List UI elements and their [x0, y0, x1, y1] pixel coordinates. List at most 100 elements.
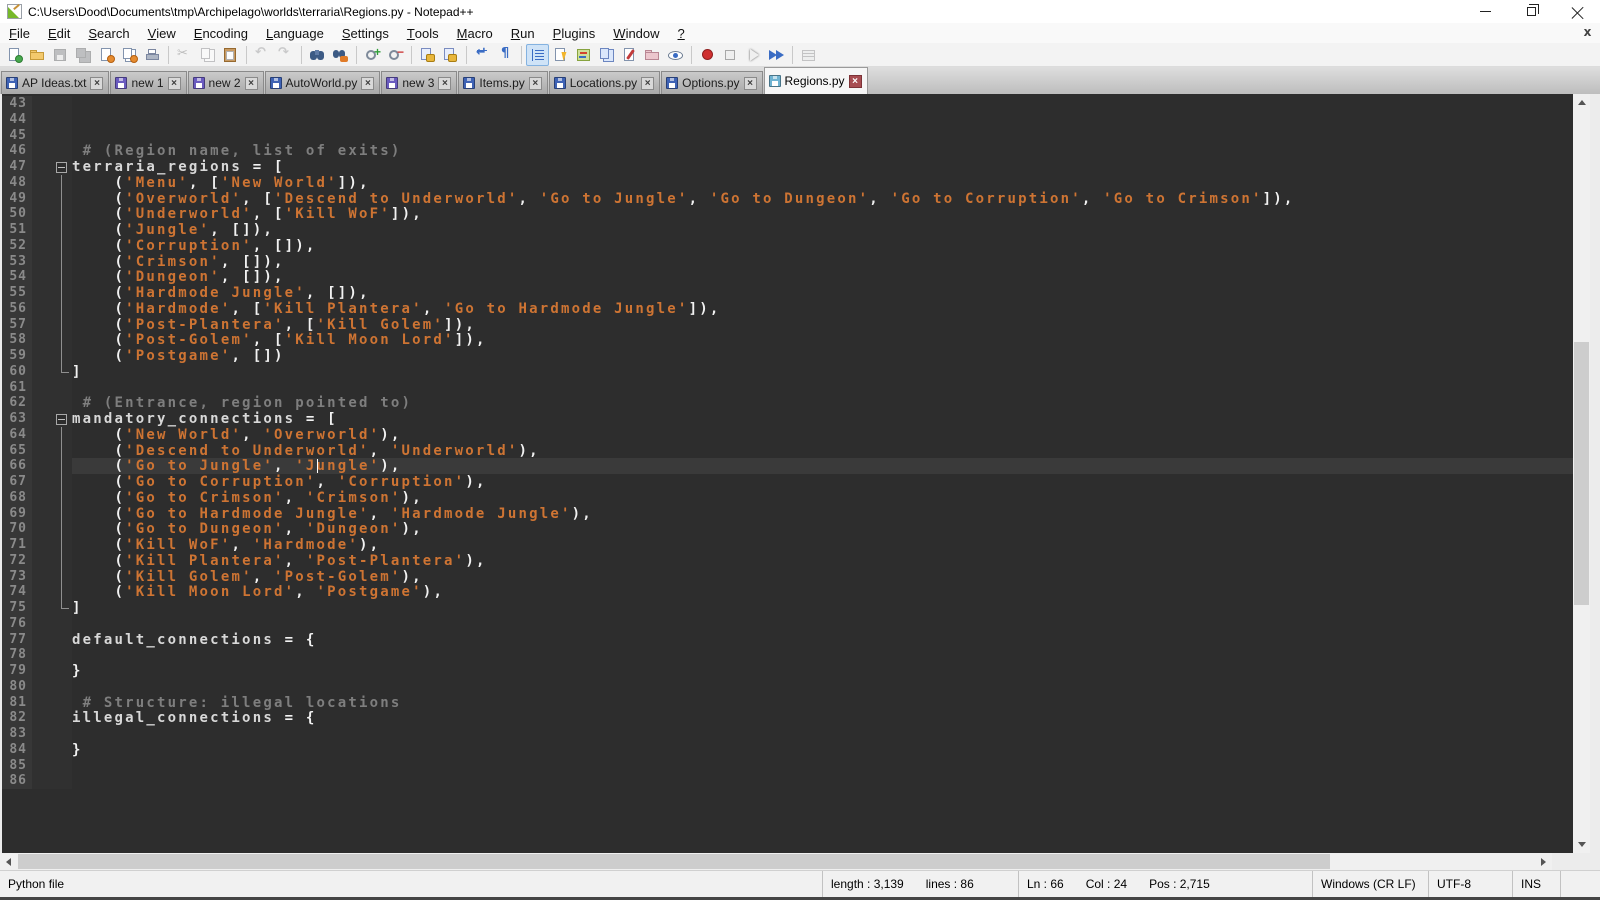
- menu-tools[interactable]: Tools: [398, 23, 448, 43]
- tab-close-button[interactable]: ×: [168, 77, 181, 90]
- code-line-48[interactable]: 48 ('Menu', ['New World']),: [2, 175, 1573, 191]
- tab-locations-py[interactable]: Locations.py×: [549, 71, 660, 94]
- code-text[interactable]: ]: [72, 600, 1573, 616]
- tab-close-button[interactable]: ×: [529, 77, 542, 90]
- code-line-72[interactable]: 72 ('Kill Plantera', 'Post-Plantera'),: [2, 553, 1573, 569]
- code-line-83[interactable]: 83: [2, 726, 1573, 742]
- close-document-icon[interactable]: x: [1581, 26, 1594, 39]
- zoom-in-button[interactable]: [361, 44, 384, 66]
- tab-regions-py[interactable]: Regions.py×: [764, 67, 868, 94]
- code-line-61[interactable]: 61: [2, 380, 1573, 396]
- scroll-right-button[interactable]: [1535, 853, 1552, 870]
- code-line-57[interactable]: 57 ('Post-Plantera', ['Kill Golem']),: [2, 317, 1573, 333]
- vertical-scroll-thumb[interactable]: [1574, 342, 1589, 605]
- macro-playback-button[interactable]: [742, 44, 765, 66]
- code-line-80[interactable]: 80: [2, 679, 1573, 695]
- vertical-scrollbar[interactable]: [1573, 94, 1590, 853]
- code-line-50[interactable]: 50 ('Underworld', ['Kill WoF']),: [2, 206, 1573, 222]
- code-text[interactable]: [72, 773, 1573, 789]
- close-document-button[interactable]: [95, 44, 118, 66]
- horizontal-scroll-thumb[interactable]: [18, 854, 1330, 869]
- code-text[interactable]: }: [72, 742, 1573, 758]
- code-text[interactable]: ('Underworld', ['Kill WoF']),: [72, 206, 1573, 222]
- code-line-76[interactable]: 76: [2, 616, 1573, 632]
- menu-macro[interactable]: Macro: [448, 23, 502, 43]
- code-text[interactable]: # (Region name, list of exits): [72, 143, 1573, 159]
- code-line-56[interactable]: 56 ('Hardmode', ['Kill Plantera', 'Go to…: [2, 301, 1573, 317]
- redo-button[interactable]: [274, 44, 297, 66]
- code-text[interactable]: illegal_connections = {: [72, 710, 1573, 726]
- menu-view[interactable]: View: [139, 23, 185, 43]
- close-window-button[interactable]: [1554, 0, 1600, 23]
- sync-horizontal-scrolling-button[interactable]: [439, 44, 462, 66]
- tab-new-1[interactable]: new 1×: [110, 71, 186, 94]
- undo-button[interactable]: [251, 44, 274, 66]
- save-all-button[interactable]: [72, 44, 95, 66]
- horizontal-scroll-track[interactable]: [17, 853, 1535, 870]
- code-line-44[interactable]: 44: [2, 112, 1573, 128]
- tab-close-button[interactable]: ×: [641, 77, 654, 90]
- code-line-71[interactable]: 71 ('Kill WoF', 'Hardmode'),: [2, 537, 1573, 553]
- code-text[interactable]: [72, 758, 1573, 774]
- tab-options-py[interactable]: Options.py×: [661, 71, 762, 94]
- code-text[interactable]: [72, 112, 1573, 128]
- code-text[interactable]: default_connections = {: [72, 632, 1573, 648]
- code-text[interactable]: }: [72, 663, 1573, 679]
- code-text[interactable]: [72, 679, 1573, 695]
- save-button[interactable]: [49, 44, 72, 66]
- restore-button[interactable]: [1508, 0, 1554, 23]
- copy-button[interactable]: [196, 44, 219, 66]
- menu-window[interactable]: Window: [604, 23, 668, 43]
- macro-save-button[interactable]: [797, 44, 820, 66]
- folder-as-workspace-button[interactable]: [641, 44, 664, 66]
- code-line-55[interactable]: 55 ('Hardmode Jungle', []),: [2, 285, 1573, 301]
- code-line-75[interactable]: 75]: [2, 600, 1573, 616]
- menu-edit[interactable]: Edit: [39, 23, 79, 43]
- code-line-67[interactable]: 67 ('Go to Corruption', 'Corruption'),: [2, 474, 1573, 490]
- macro-record-button[interactable]: [696, 44, 719, 66]
- code-text[interactable]: ('Post-Golem', ['Kill Moon Lord']),: [72, 332, 1573, 348]
- code-text[interactable]: # Structure: illegal locations: [72, 695, 1573, 711]
- document-map-button[interactable]: [572, 44, 595, 66]
- code-line-64[interactable]: 64 ('New World', 'Overworld'),: [2, 427, 1573, 443]
- code-line-46[interactable]: 46 # (Region name, list of exits): [2, 143, 1573, 159]
- minimize-button[interactable]: [1462, 0, 1508, 23]
- menu-encoding[interactable]: Encoding: [185, 23, 257, 43]
- code-line-86[interactable]: 86: [2, 773, 1573, 789]
- code-line-79[interactable]: 79}: [2, 663, 1573, 679]
- menu-run[interactable]: Run: [502, 23, 544, 43]
- code-text[interactable]: [72, 96, 1573, 112]
- scroll-up-button[interactable]: [1573, 94, 1590, 111]
- replace-button[interactable]: [329, 44, 352, 66]
- code-text[interactable]: terraria_regions = [: [72, 159, 1573, 175]
- code-line-84[interactable]: 84}: [2, 742, 1573, 758]
- code-text[interactable]: ('Kill WoF', 'Hardmode'),: [72, 537, 1573, 553]
- user-defined-language-button[interactable]: [549, 44, 572, 66]
- cut-button[interactable]: [173, 44, 196, 66]
- code-area[interactable]: 43444546 # (Region name, list of exits)4…: [2, 94, 1573, 853]
- tab-items-py[interactable]: Items.py×: [458, 71, 547, 94]
- code-text[interactable]: ('Menu', ['New World']),: [72, 175, 1573, 191]
- code-text[interactable]: [72, 647, 1573, 663]
- code-text[interactable]: ('Hardmode Jungle', []),: [72, 285, 1573, 301]
- code-text[interactable]: ('Overworld', ['Descend to Underworld', …: [72, 191, 1573, 207]
- code-line-54[interactable]: 54 ('Dungeon', []),: [2, 269, 1573, 285]
- indent-guide-button[interactable]: [526, 44, 549, 66]
- code-line-73[interactable]: 73 ('Kill Golem', 'Post-Golem'),: [2, 569, 1573, 585]
- code-text[interactable]: ('Go to Hardmode Jungle', 'Hardmode Jung…: [72, 506, 1573, 522]
- code-line-59[interactable]: 59 ('Postgame', []): [2, 348, 1573, 364]
- tab-close-button[interactable]: ×: [90, 77, 103, 90]
- code-line-85[interactable]: 85: [2, 758, 1573, 774]
- monitoring-button[interactable]: [664, 44, 687, 66]
- document-list-button[interactable]: [595, 44, 618, 66]
- code-text[interactable]: ('Kill Golem', 'Post-Golem'),: [72, 569, 1573, 585]
- code-line-82[interactable]: 82illegal_connections = {: [2, 710, 1573, 726]
- code-text[interactable]: ('Kill Plantera', 'Post-Plantera'),: [72, 553, 1573, 569]
- code-text[interactable]: [72, 616, 1573, 632]
- fold-margin-start[interactable]: [32, 411, 72, 427]
- menu-settings[interactable]: Settings: [333, 23, 398, 43]
- horizontal-scrollbar[interactable]: [0, 853, 1600, 870]
- tab-new-3[interactable]: new 3×: [381, 71, 457, 94]
- tab-ap-ideas-txt[interactable]: AP Ideas.txt×: [1, 71, 109, 94]
- code-text[interactable]: # (Entrance, region pointed to): [72, 395, 1573, 411]
